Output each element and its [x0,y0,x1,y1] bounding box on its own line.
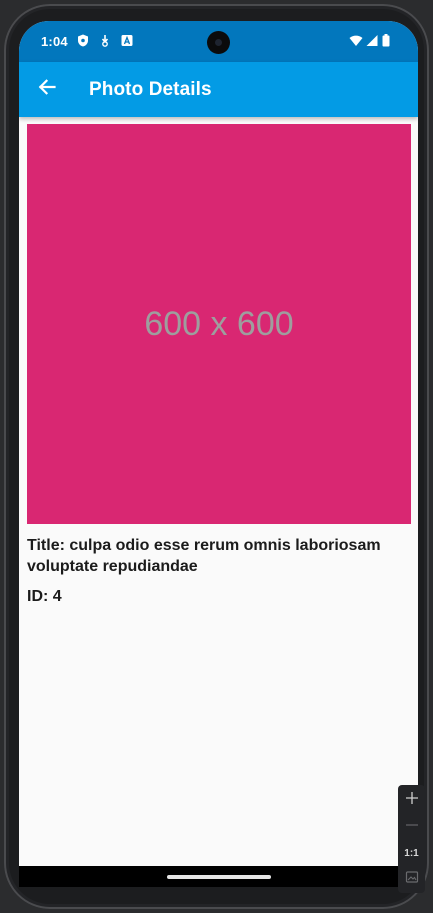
back-button[interactable] [31,73,63,105]
navigation-bar [19,866,418,887]
camera-lens [215,39,222,46]
actual-size-label: 1:1 [404,847,419,859]
screenshot-button[interactable] [398,866,425,892]
plus-icon [405,791,419,810]
phone-screen: 1:04 Photo Details 600 x 600 Title: culp… [19,21,418,887]
photo-id: ID: 4 [27,588,62,605]
photo-placeholder-image: 600 x 600 [27,124,411,524]
photo-title: Title: culpa odio esse rerum omnis labor… [27,537,381,575]
status-time: 1:04 [41,34,68,49]
arrow-back-icon [37,77,57,102]
minus-icon [405,818,419,837]
page-title: Photo Details [89,79,212,100]
font-icon [121,34,133,47]
emulator-zoom-panel: 1:1 [398,785,425,893]
app-bar: Photo Details [19,62,418,117]
home-indicator[interactable] [167,875,271,879]
battery-icon [382,34,390,47]
actual-size-button[interactable]: 1:1 [398,840,425,866]
zoom-out-button[interactable] [398,814,425,840]
wifi-icon [349,34,363,47]
signal-icon [366,34,378,47]
status-bar: 1:04 [19,21,418,62]
image-icon [405,870,419,889]
download-icon [99,34,111,47]
front-camera [207,31,230,54]
photo-placeholder-label: 600 x 600 [144,304,294,343]
zoom-in-button[interactable] [398,787,425,813]
shield-icon [77,34,89,47]
